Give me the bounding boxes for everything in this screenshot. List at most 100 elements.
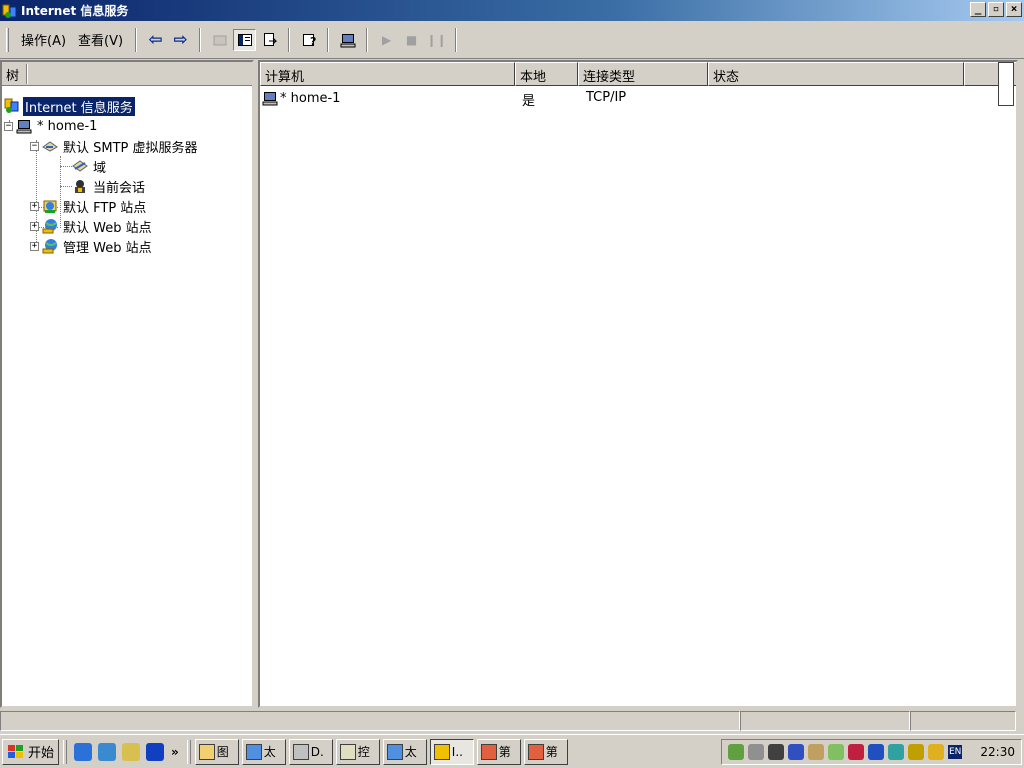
collapse-toggle[interactable]: − [4, 121, 13, 131]
tree-node-iis-root[interactable]: Internet 信息服务 [4, 96, 135, 116]
task-button-control-panel[interactable]: 控 [335, 738, 380, 765]
quicklaunch-chevron[interactable]: » [171, 745, 179, 759]
ie-icon[interactable] [74, 742, 93, 761]
iis-icon [433, 743, 450, 760]
language-indicator[interactable]: EN [947, 744, 963, 759]
drive-icon [292, 743, 309, 760]
cell-local: 是 [522, 94, 536, 109]
scrollbar-thumb[interactable] [998, 62, 1014, 106]
antivirus-icon[interactable] [787, 743, 804, 760]
control-panel-icon [339, 743, 356, 760]
expand-toggle[interactable]: + [30, 201, 39, 211]
task-button-ie-1[interactable]: 太 [241, 738, 286, 765]
start-label: 开始 [28, 746, 55, 761]
pause-button[interactable]: ❙❙ [425, 29, 448, 51]
export-list-button[interactable] [258, 29, 281, 51]
ftp-site-icon [42, 198, 58, 214]
window-edge [1018, 60, 1024, 708]
shield-icon[interactable] [847, 743, 864, 760]
help-button[interactable]: ? [297, 29, 320, 51]
column-header-computer[interactable]: 计算机 [260, 62, 515, 86]
menu-view[interactable]: 查看(V) [72, 28, 129, 51]
tree-node-admin-web-site[interactable]: + 管理 Web 站点 [30, 236, 154, 256]
tree-label: 管理 Web 站点 [63, 240, 152, 256]
outlook-icon[interactable] [98, 742, 117, 761]
task-label: 太 [263, 745, 276, 759]
forward-button[interactable]: ⇨ [169, 29, 192, 51]
tree-label: 默认 Web 站点 [63, 220, 152, 236]
tree-label: 默认 FTP 站点 [63, 200, 147, 216]
toolbar: 操作(A) 查看(V) ⇦ ⇨ ? ▶ ■ ❙❙ [0, 21, 1024, 59]
stop-icon: ■ [405, 32, 418, 47]
desktop-icon[interactable] [122, 742, 141, 761]
tree-label: * home-1 [37, 118, 98, 134]
tree-node-domain[interactable]: 域 [72, 156, 108, 176]
status-panel-main [0, 711, 740, 731]
computer-icon [262, 90, 278, 106]
smtp-server-icon [42, 138, 58, 154]
up-folder-icon [213, 35, 227, 45]
play-icon: ▶ [381, 32, 392, 47]
expand-toggle[interactable]: + [30, 241, 39, 251]
media-icon[interactable] [146, 742, 165, 761]
pause-icon: ❙❙ [426, 32, 447, 47]
lock-icon[interactable] [927, 743, 944, 760]
tree-pane[interactable]: 树 Internet 信息服务 − * home-1 − 默认 SMTP 虚拟服… [0, 60, 254, 708]
clock[interactable]: 22:30 [980, 745, 1015, 759]
volume-icon[interactable] [747, 743, 764, 760]
stop-button[interactable]: ■ [400, 29, 423, 51]
column-header-status[interactable]: 状态 [708, 62, 964, 86]
start-menu-button[interactable]: 开始 [2, 738, 60, 765]
column-header-connection-type[interactable]: 连接类型 [578, 62, 708, 86]
task-label: I.. [451, 744, 463, 759]
tree-node-ftp-site[interactable]: + 默认 FTP 站点 [30, 196, 148, 216]
printer-icon[interactable] [767, 743, 784, 760]
back-button[interactable]: ⇦ [144, 29, 167, 51]
tree-node-default-web-site[interactable]: + 默认 Web 站点 [30, 216, 154, 236]
ppt-icon [480, 743, 497, 760]
task-button-ppt-1[interactable]: 第 [476, 738, 521, 765]
input-icon[interactable] [907, 743, 924, 760]
toolbar-grip[interactable] [6, 27, 9, 52]
taskbar-grip[interactable] [186, 739, 191, 764]
task-button-iis[interactable]: I.. [429, 738, 474, 765]
title-bar[interactable]: Internet 信息服务 _ ▫ × [0, 0, 1024, 21]
task-button-drive[interactable]: D. [288, 738, 333, 765]
app-icon[interactable] [827, 743, 844, 760]
expand-toggle[interactable]: + [30, 221, 39, 231]
tree-node-smtp-server[interactable]: − 默认 SMTP 虚拟服务器 [30, 136, 200, 156]
task-label: 第 [498, 745, 511, 759]
forward-arrow-icon: ⇨ [173, 29, 188, 50]
computer-button[interactable] [336, 29, 359, 51]
ie-icon [245, 743, 262, 760]
session-icon [72, 178, 88, 194]
update-icon[interactable] [887, 743, 904, 760]
tree-node-home-1[interactable]: − * home-1 [4, 116, 99, 136]
task-button-ppt-2[interactable]: 第 [523, 738, 568, 765]
tree-header[interactable]: 树 [2, 62, 252, 86]
menu-action[interactable]: 操作(A) [15, 28, 72, 51]
minimize-button[interactable]: _ [970, 2, 986, 17]
task-button-folder[interactable]: 图 [194, 738, 239, 765]
task-button-ie-2[interactable]: 太 [382, 738, 427, 765]
web-site-icon [42, 238, 58, 254]
tree-label: 当前会话 [93, 180, 146, 196]
collapse-toggle[interactable]: − [30, 141, 39, 151]
show-hide-tree-button[interactable] [233, 28, 257, 51]
restore-button[interactable]: ▫ [988, 2, 1004, 17]
start-button[interactable]: ▶ [375, 29, 398, 51]
toolbar-separator [455, 27, 458, 52]
tree-node-current-sessions[interactable]: 当前会话 [72, 176, 147, 196]
ppt-icon [527, 743, 544, 760]
column-header-local[interactable]: 本地 [515, 62, 578, 86]
tool-icon[interactable] [807, 743, 824, 760]
tree-label: 域 [93, 160, 107, 176]
cell-computer: * home-1 [280, 90, 341, 106]
toolbar-separator [288, 27, 291, 52]
details-list[interactable]: 计算机 本地 连接类型 状态 * home-1 是 TCP/IP [258, 60, 1018, 708]
messenger-icon[interactable] [867, 743, 884, 760]
network-icon[interactable] [727, 743, 744, 760]
close-button[interactable]: × [1006, 2, 1022, 17]
quicklaunch-grip[interactable] [63, 739, 68, 764]
up-button[interactable] [208, 29, 231, 51]
